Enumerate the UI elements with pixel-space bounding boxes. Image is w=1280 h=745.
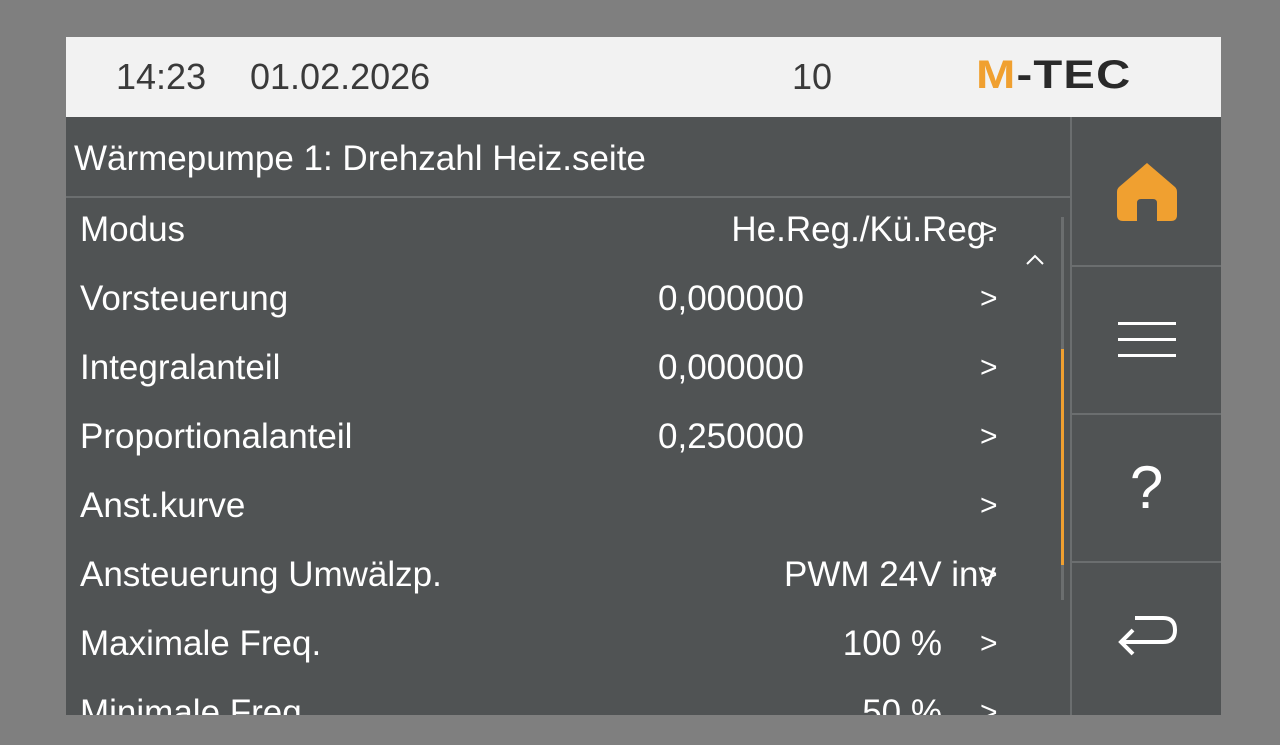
scrollbar-thumb[interactable] (1061, 349, 1064, 565)
status-number: 10 (792, 56, 833, 97)
hamburger-menu-icon (1117, 322, 1176, 357)
list-item-label: Vorsteuerung (80, 279, 289, 318)
list-item-modus[interactable]: Modus He.Reg./Kü.Reg. > (66, 198, 1070, 267)
scroll-up-icon[interactable] (1024, 253, 1046, 267)
chevron-right-icon: > (980, 696, 998, 715)
chevron-right-icon: > (980, 558, 998, 591)
chevron-right-icon: > (980, 420, 998, 453)
m-tec-logo: M-TEC (976, 53, 1132, 97)
list-item-label: Integralanteil (80, 348, 281, 387)
list-item-value: 0,000000 (658, 279, 804, 318)
list-item-label: Modus (80, 210, 186, 249)
list-item-integralanteil[interactable]: Integralanteil 0,000000 > (66, 336, 1070, 405)
list-item-ansteuerung-umwaelzp[interactable]: PWM 24V inv Ansteuerung Umwälzp. > (66, 543, 1070, 612)
clock-time: 14:23 (116, 56, 207, 97)
parameter-list[interactable]: Modus He.Reg./Kü.Reg. > Vorsteuerung 0,0… (66, 198, 1070, 715)
return-arrow-icon (1117, 616, 1177, 656)
page-title-bar: Wärmepumpe 1: Drehzahl Heiz.seite (66, 117, 1070, 198)
list-item-label: Minimale Freq. (80, 693, 312, 715)
menu-button[interactable] (1072, 267, 1221, 415)
list-item-minimale-freq[interactable]: Minimale Freq. 50 % > (66, 681, 1070, 715)
list-item-value: 0,250000 (658, 417, 804, 456)
clock-date: 01.02.2026 (250, 56, 431, 97)
question-mark-icon: ? (1129, 454, 1164, 521)
help-button[interactable]: ? (1072, 415, 1221, 563)
list-item-label: Ansteuerung Umwälzp. (80, 555, 442, 594)
page-title: Wärmepumpe 1: Drehzahl Heiz.seite (74, 139, 646, 178)
chevron-right-icon: > (980, 213, 998, 246)
controller-screen: 14:23 01.02.2026 10 M-TEC Wärmepumpe 1: … (66, 37, 1221, 715)
chevron-right-icon: > (980, 351, 998, 384)
list-item-value: PWM 24V inv (784, 555, 996, 594)
home-icon (1116, 163, 1177, 221)
back-button[interactable] (1072, 563, 1221, 711)
list-item-label: Proportionalanteil (80, 417, 353, 456)
list-item-value: He.Reg./Kü.Reg. (731, 210, 996, 249)
chevron-right-icon: > (980, 282, 998, 315)
list-item-maximale-freq[interactable]: Maximale Freq. 100 % > (66, 612, 1070, 681)
home-button[interactable] (1072, 117, 1221, 267)
list-item-label: Maximale Freq. (80, 624, 322, 663)
chevron-right-icon: > (980, 627, 998, 660)
chevron-right-icon: > (980, 489, 998, 522)
list-item-anst-kurve[interactable]: Anst.kurve > (66, 474, 1070, 543)
list-item-value: 50 % (862, 693, 942, 715)
list-item-label: Anst.kurve (80, 486, 246, 525)
list-item-value: 0,000000 (658, 348, 804, 387)
list-item-value: 100 % (842, 624, 942, 663)
status-bar: 14:23 01.02.2026 10 M-TEC (66, 37, 1221, 117)
list-item-proportionalanteil[interactable]: Proportionalanteil 0,250000 > (66, 405, 1070, 474)
main-panel: Wärmepumpe 1: Drehzahl Heiz.seite Modus … (66, 117, 1070, 715)
list-item-vorsteuerung[interactable]: Vorsteuerung 0,000000 > (66, 267, 1070, 336)
sidebar: ? (1070, 117, 1221, 715)
